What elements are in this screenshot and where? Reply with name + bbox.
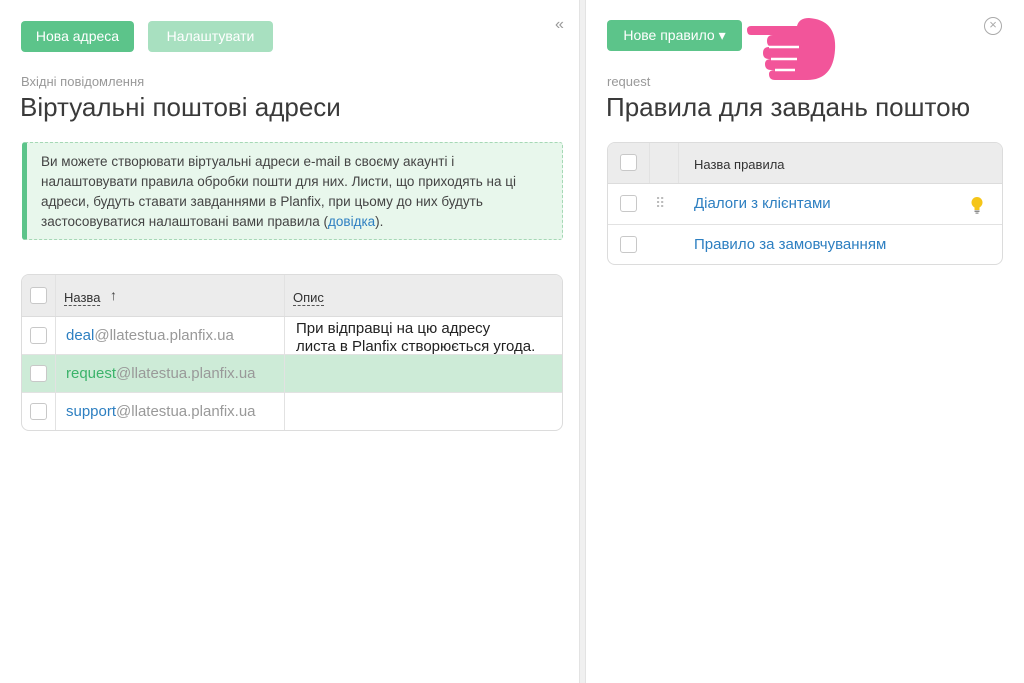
email-address[interactable]: support@llatestua.planfix.ua xyxy=(66,403,256,420)
sort-asc-icon[interactable]: ↑ xyxy=(110,287,117,303)
email-domain: @llatestua.planfix.ua xyxy=(116,403,256,420)
email-address[interactable]: request@llatestua.planfix.ua xyxy=(66,365,256,382)
drag-handle-icon[interactable]: ⠿ xyxy=(655,195,665,212)
row-checkbox[interactable] xyxy=(30,327,47,344)
info-banner: Ви можете створювати віртуальні адреси e… xyxy=(22,142,563,240)
table-row-selected[interactable]: request@llatestua.planfix.ua xyxy=(22,355,562,393)
page-title: Правила для завдань поштою xyxy=(606,92,971,122)
breadcrumb: request xyxy=(607,74,651,89)
email-address[interactable]: deal@llatestua.planfix.ua xyxy=(66,327,234,344)
email-domain: @llatestua.planfix.ua xyxy=(116,365,256,382)
column-rule-name-header: Назва правила xyxy=(694,157,785,172)
row-description: При відправці на цю адресу листа в Planf… xyxy=(296,320,535,356)
lightbulb-icon[interactable] xyxy=(970,196,984,214)
table-row[interactable]: Правило за замовчуванням xyxy=(608,225,1002,264)
table-row[interactable]: ⠿ Діалоги з клієнтами xyxy=(608,184,1002,225)
email-local[interactable]: support xyxy=(66,403,116,420)
row-checkbox[interactable] xyxy=(30,365,47,382)
pointer-hand-icon xyxy=(747,18,836,80)
breadcrumb: Вхідні повідомлення xyxy=(21,74,145,89)
row-checkbox[interactable] xyxy=(620,195,637,212)
rules-table: Назва правила ⠿ Діалоги з клієнтами Прав… xyxy=(607,142,1003,265)
new-address-button[interactable]: Нова адреса xyxy=(21,21,134,52)
configure-button[interactable]: Налаштувати xyxy=(148,21,273,52)
column-description-header[interactable]: Опис xyxy=(293,290,324,306)
table-row[interactable]: support@llatestua.planfix.ua xyxy=(22,393,562,430)
email-domain: @llatestua.planfix.ua xyxy=(94,327,234,344)
email-local[interactable]: deal xyxy=(66,327,94,344)
table-header: Назва правила xyxy=(608,143,1002,184)
addresses-panel: Нова адреса Налаштувати « Вхідні повідом… xyxy=(0,0,580,683)
email-local[interactable]: request xyxy=(66,365,116,382)
addresses-table: Назва ↑ Опис deal@llatestua.planfix.ua П… xyxy=(21,274,563,431)
description-line: листа в Planfix створюється угода. xyxy=(296,338,536,355)
collapse-panel-icon[interactable]: « xyxy=(555,16,564,34)
table-row[interactable]: deal@llatestua.planfix.ua При відправці … xyxy=(22,317,562,355)
table-header: Назва ↑ Опис xyxy=(22,275,562,317)
help-link[interactable]: довідка xyxy=(328,214,375,229)
column-name-header[interactable]: Назва xyxy=(64,290,101,306)
rule-link[interactable]: Правило за замовчуванням xyxy=(694,236,886,253)
rule-link[interactable]: Діалоги з клієнтами xyxy=(694,195,831,212)
row-checkbox[interactable] xyxy=(30,403,47,420)
select-all-checkbox[interactable] xyxy=(30,287,47,304)
info-suffix: ). xyxy=(375,214,384,229)
info-text: Ви можете створювати віртуальні адреси e… xyxy=(41,154,516,229)
page-title: Віртуальні поштові адреси xyxy=(20,92,341,122)
close-icon[interactable]: × xyxy=(984,17,1002,35)
new-rule-button[interactable]: Нове правило ▾ xyxy=(607,20,742,51)
row-checkbox[interactable] xyxy=(620,236,637,253)
select-all-checkbox[interactable] xyxy=(620,154,637,171)
description-line: При відправці на цю адресу xyxy=(296,320,491,337)
